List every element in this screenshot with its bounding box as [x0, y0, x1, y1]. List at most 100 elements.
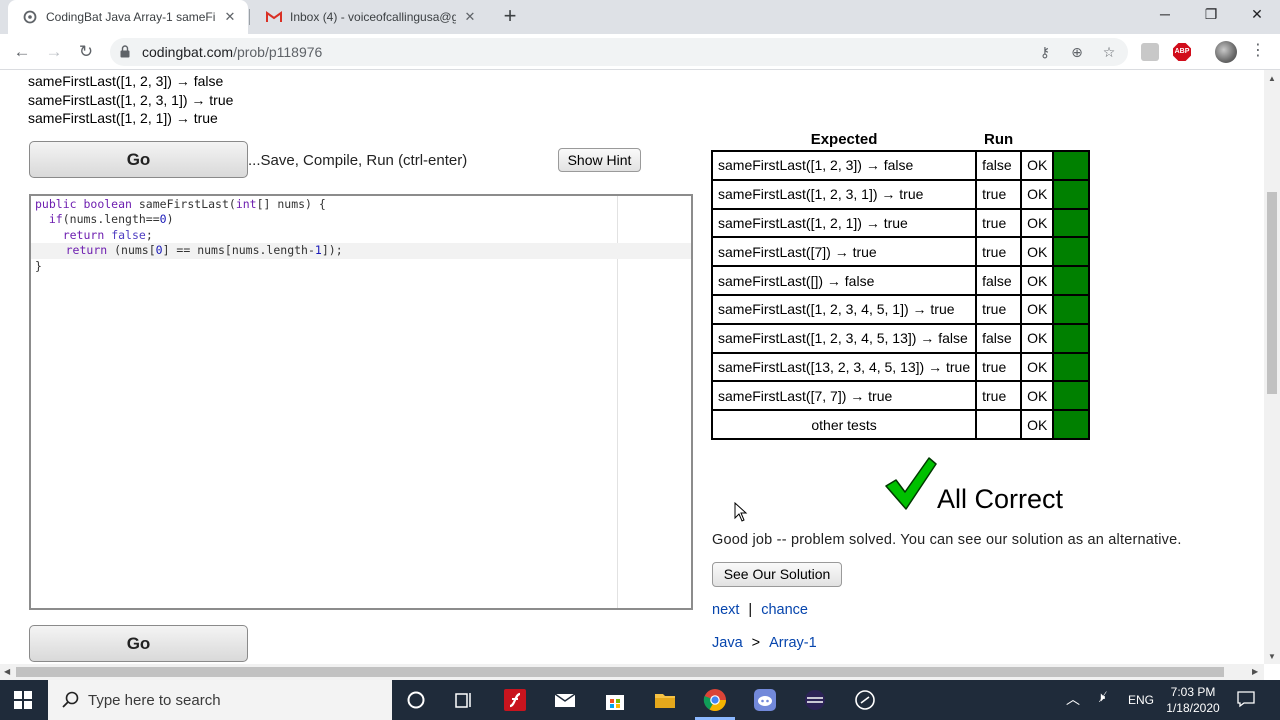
notifications-icon[interactable] — [1236, 689, 1256, 709]
expected-cell: sameFirstLast([7, 7]) → true — [710, 380, 978, 412]
restore-button[interactable]: ❐ — [1188, 0, 1234, 30]
mouse-cursor-icon — [734, 502, 748, 522]
pass-indicator — [1052, 178, 1091, 210]
ok-cell: OK — [1020, 236, 1055, 268]
chance-link[interactable]: chance — [761, 602, 808, 618]
pass-indicator — [1052, 265, 1091, 296]
tab-codingbat[interactable]: CodingBat Java Array-1 sameFirstLast ✕ — [8, 0, 248, 34]
back-button[interactable]: ← — [10, 40, 34, 64]
examples-list: sameFirstLast([1, 2, 3]) → false sameFir… — [28, 72, 233, 128]
cortana-icon[interactable] — [404, 688, 428, 712]
run-cell: false — [975, 322, 1023, 354]
expected-cell: sameFirstLast([7]) → true — [710, 236, 978, 268]
extension-icon[interactable] — [1141, 43, 1159, 61]
result-row: sameFirstLast([1, 2, 3, 1]) → true true … — [710, 178, 1091, 210]
result-row: sameFirstLast([]) → false false OK — [710, 265, 1091, 296]
browser-menu-icon[interactable]: ⋮ — [1250, 42, 1266, 60]
address-bar[interactable]: codingbat.com/prob/p118976 ⚷ ⊕ ☆ — [110, 38, 1128, 66]
pass-indicator — [1052, 351, 1091, 383]
close-tab-icon[interactable]: ✕ — [222, 9, 238, 25]
run-cell: true — [975, 178, 1023, 210]
taskbar-search-box[interactable]: Type here to search — [48, 680, 392, 720]
lock-icon — [120, 45, 130, 58]
breadcrumb-java[interactable]: Java — [712, 635, 743, 651]
mail-icon[interactable] — [553, 688, 577, 712]
result-row: sameFirstLast([13, 2, 3, 4, 5, 13]) → tr… — [710, 351, 1091, 383]
close-tab-icon[interactable]: ✕ — [462, 9, 478, 25]
expected-cell: sameFirstLast([1, 2, 3]) → false — [710, 150, 978, 181]
tray-chevron-icon[interactable]: ︿ — [1066, 689, 1080, 709]
key-icon[interactable]: ⚷ — [1036, 43, 1054, 61]
tab-divider — [249, 9, 250, 25]
checkmark-icon — [885, 457, 937, 510]
ok-cell: OK — [1020, 351, 1055, 383]
discord-icon[interactable] — [753, 688, 777, 712]
bookmark-star-icon[interactable]: ☆ — [1100, 43, 1118, 61]
profile-avatar[interactable] — [1215, 41, 1237, 63]
store-icon[interactable] — [603, 688, 627, 712]
forward-button[interactable]: → — [42, 40, 66, 64]
close-window-button[interactable]: ✕ — [1234, 0, 1280, 30]
input-language[interactable]: ENG — [1128, 693, 1154, 707]
result-row: sameFirstLast([7, 7]) → true true OK — [710, 380, 1091, 412]
result-row: sameFirstLast([1, 2, 3, 4, 5, 13]) → fal… — [710, 322, 1091, 354]
run-cell: false — [975, 150, 1023, 181]
chrome-icon[interactable] — [703, 688, 727, 712]
tab-title: CodingBat Java Array-1 sameFirstLast — [46, 10, 216, 24]
sync-app-icon[interactable] — [853, 688, 877, 712]
result-row: other tests OK — [710, 409, 1091, 440]
scroll-right-arrow[interactable]: ▶ — [1252, 667, 1258, 676]
eclipse-icon[interactable] — [803, 688, 827, 712]
breadcrumb-array1[interactable]: Array-1 — [769, 635, 817, 651]
problem-nav: next | chance — [712, 602, 808, 618]
system-clock[interactable]: 7:03 PM 1/18/2020 — [1162, 684, 1224, 716]
flash-icon[interactable] — [503, 688, 527, 712]
expected-cell: sameFirstLast([1, 2, 3, 4, 5, 13]) → fal… — [710, 322, 978, 354]
windows-start-icon[interactable] — [14, 691, 32, 709]
volume-muted-icon[interactable]: 🕨̸ — [1097, 689, 1105, 705]
see-solution-button[interactable]: See Our Solution — [712, 562, 842, 587]
ok-cell: OK — [1020, 293, 1055, 325]
tab-gmail[interactable]: Inbox (4) - voiceofcallingusa@gmail.com … — [252, 0, 488, 34]
code-line: } — [35, 258, 42, 273]
result-row: sameFirstLast([1, 2, 3]) → false false O… — [710, 150, 1091, 181]
clock-time: 7:03 PM — [1170, 685, 1216, 699]
new-tab-button[interactable]: + — [498, 5, 522, 27]
minimize-button[interactable]: ─ — [1142, 0, 1188, 30]
clock-date: 1/18/2020 — [1166, 701, 1220, 715]
code-line: public boolean sameFirstLast(int[] nums)… — [35, 197, 326, 211]
search-icon — [62, 691, 79, 708]
result-row: sameFirstLast([1, 2, 1]) → true true OK — [710, 207, 1091, 239]
go-button[interactable]: Go — [29, 141, 248, 178]
scroll-left-arrow[interactable]: ◀ — [4, 667, 10, 676]
vertical-scroll-thumb[interactable] — [1267, 192, 1277, 394]
code-editor[interactable]: public boolean sameFirstLast(int[] nums)… — [29, 194, 693, 610]
ok-cell: OK — [1020, 409, 1055, 440]
ok-cell: OK — [1020, 265, 1055, 296]
search-placeholder: Type here to search — [88, 692, 221, 709]
reload-button[interactable]: ↻ — [74, 40, 98, 64]
zoom-icon[interactable]: ⊕ — [1068, 43, 1086, 61]
expected-cell: sameFirstLast([]) → false — [710, 265, 978, 296]
expected-cell: sameFirstLast([1, 2, 3, 4, 5, 1]) → true — [710, 293, 978, 325]
scroll-up-arrow[interactable]: ▲ — [1268, 74, 1276, 83]
show-hint-button[interactable]: Show Hint — [558, 148, 641, 172]
url-domain: codingbat.com — [142, 44, 234, 60]
ok-cell: OK — [1020, 178, 1055, 210]
codingbat-icon — [22, 9, 38, 25]
task-view-icon[interactable] — [452, 688, 476, 712]
example-line: sameFirstLast([1, 2, 3, 1]) → true — [28, 91, 234, 108]
run-cell: true — [975, 236, 1023, 268]
pass-indicator — [1052, 236, 1091, 268]
all-correct-heading: All Correct — [937, 484, 1064, 514]
go-button-bottom[interactable]: Go — [29, 625, 248, 662]
url-path: /prob/p118976 — [233, 44, 323, 60]
results-table: Expected Run sameFirstLast([1, 2, 3]) → … — [710, 130, 1091, 440]
scroll-down-arrow[interactable]: ▼ — [1268, 652, 1276, 661]
next-link[interactable]: next — [712, 602, 739, 618]
run-cell: true — [975, 207, 1023, 239]
gmail-icon — [266, 9, 282, 25]
result-row: sameFirstLast([1, 2, 3, 4, 5, 1]) → true… — [710, 293, 1091, 325]
horizontal-scroll-thumb[interactable] — [16, 667, 1224, 677]
file-explorer-icon[interactable] — [653, 688, 677, 712]
